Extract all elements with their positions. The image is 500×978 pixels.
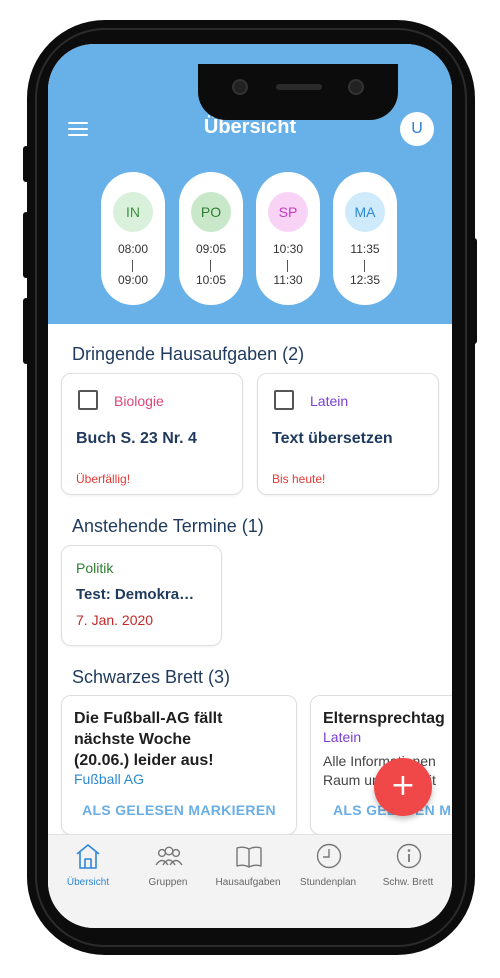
info-icon	[396, 843, 422, 869]
front-camera-left	[232, 79, 248, 95]
board-note-title-line: Die Fußball-AG fällt	[74, 710, 223, 727]
lesson-badge: SP	[268, 192, 308, 232]
lesson-end: 09:00	[117, 273, 149, 287]
event-date: 7. Jan. 2020	[76, 612, 154, 628]
clock-icon	[316, 843, 342, 869]
book-icon	[236, 846, 262, 868]
lesson-end: 12:35	[349, 273, 381, 287]
volume-down-button	[23, 298, 29, 364]
add-button[interactable]: +	[374, 758, 432, 816]
homework-task: Text übersetzen	[272, 430, 393, 447]
power-button	[471, 238, 477, 344]
earpiece-speaker	[276, 84, 322, 90]
homework-checkbox[interactable]	[274, 390, 294, 410]
nav-label: Gruppen	[148, 877, 188, 888]
homework-section-title: Dringende Hausaufgaben (2)	[72, 344, 305, 364]
avatar[interactable]: U	[400, 112, 434, 146]
homework-due: Überfällig!	[76, 472, 131, 486]
bottom-nav: Übersicht Gruppen Hausaufgaben Stundenpl…	[48, 834, 452, 928]
lesson-card[interactable]: PO 09:05 10:05	[179, 172, 243, 305]
event-subject: Politik	[76, 560, 114, 576]
lesson-badge: IN	[113, 192, 153, 232]
events-section-title: Anstehende Termine (1)	[72, 516, 264, 536]
homework-checkbox[interactable]	[78, 390, 98, 410]
home-icon	[76, 844, 100, 869]
lesson-end: 10:05	[195, 273, 227, 287]
board-note-title-line: nächste Woche	[74, 731, 192, 748]
event-name: Test: Demokra…	[76, 586, 195, 603]
event-card[interactable]: Politik Test: Demokra… 7. Jan. 2020	[61, 545, 222, 646]
lesson-end: 11:30	[273, 273, 303, 287]
nav-item-groups[interactable]: Gruppen	[128, 841, 208, 889]
nav-item-board[interactable]: Schw. Brett	[368, 841, 448, 889]
front-camera-right	[348, 79, 364, 95]
mute-switch	[23, 146, 29, 182]
volume-up-button	[23, 212, 29, 278]
lesson-start: 11:35	[350, 242, 380, 256]
notch	[198, 64, 398, 120]
board-card[interactable]: Elternsprechtag Latein Alle Informatione…	[310, 695, 452, 835]
board-note-title-line: (20.06.) leider aus!	[74, 752, 214, 769]
nav-item-timetable[interactable]: Stundenplan	[288, 841, 368, 889]
homework-due: Bis heute!	[272, 472, 326, 486]
lesson-start: 10:30	[272, 242, 304, 256]
lesson-start: 08:00	[117, 242, 149, 256]
groups-icon	[155, 846, 183, 866]
board-note-title: Die Fußball-AG fällt nächste Woche (20.0…	[74, 708, 222, 771]
nav-label: Schw. Brett	[382, 877, 434, 888]
nav-label: Stundenplan	[299, 877, 357, 888]
lesson-badge: PO	[191, 192, 231, 232]
board-card[interactable]: Die Fußball-AG fällt nächste Woche (20.0…	[61, 695, 297, 835]
lesson-separator	[287, 260, 288, 272]
homework-card[interactable]: Latein Text übersetzen Bis heute!	[257, 373, 439, 495]
homework-subject: Latein	[310, 393, 349, 409]
lesson-card[interactable]: MA 11:35 12:35	[333, 172, 397, 305]
homework-card[interactable]: Biologie Buch S. 23 Nr. 4 Überfällig!	[61, 373, 243, 495]
board-note-group: Fußball AG	[74, 771, 145, 787]
mark-read-button[interactable]: ALS GELESEN MARKIEREN	[62, 802, 296, 818]
lesson-separator	[132, 260, 133, 272]
nav-item-overview[interactable]: Übersicht	[48, 841, 128, 889]
lesson-start: 09:05	[195, 242, 227, 256]
board-note-group: Latein	[323, 729, 362, 745]
homework-task: Buch S. 23 Nr. 4	[76, 430, 197, 447]
lesson-card[interactable]: SP 10:30 11:30	[256, 172, 320, 305]
homework-subject: Biologie	[114, 393, 164, 409]
nav-label: Hausaufgaben	[215, 877, 281, 888]
lesson-badge: MA	[345, 192, 385, 232]
lesson-card[interactable]: IN 08:00 09:00	[101, 172, 165, 305]
lesson-separator	[210, 260, 211, 272]
nav-label: Übersicht	[66, 877, 110, 888]
nav-item-homework[interactable]: Hausaufgaben	[208, 841, 288, 889]
board-note-title-line: Elternsprechtag	[323, 710, 445, 727]
screen: Übersicht U IN 08:00 09:00 PO 09:05 10:0…	[48, 44, 452, 928]
board-note-title: Elternsprechtag	[323, 708, 445, 729]
lesson-separator	[364, 260, 365, 272]
board-section-title: Schwarzes Brett (3)	[72, 667, 231, 687]
